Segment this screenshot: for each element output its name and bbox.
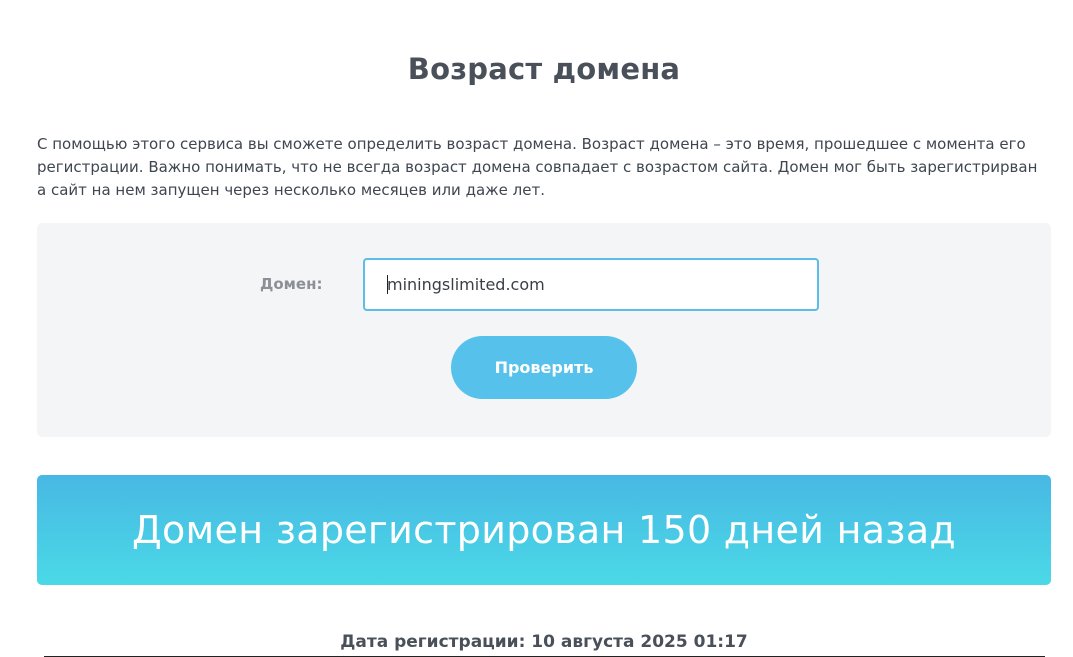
domain-age-page: Возраст домена С помощью этого сервиса в… xyxy=(0,0,1073,657)
domain-label: Домен: xyxy=(260,275,323,293)
check-button[interactable]: Проверить xyxy=(451,336,637,399)
text-caret xyxy=(387,275,388,294)
result-banner: Домен зарегистрирован 150 дней назад xyxy=(37,475,1051,585)
result-summary: Домен зарегистрирован 150 дней назад xyxy=(132,508,956,552)
service-description: С помощью этого сервиса вы сможете опред… xyxy=(37,135,1038,199)
registration-date: Дата регистрации: 10 августа 2025 01:17 xyxy=(340,632,748,652)
domain-input[interactable] xyxy=(363,258,819,311)
domain-check-form xyxy=(37,223,1051,437)
page-title: Возраст домена xyxy=(407,52,681,86)
